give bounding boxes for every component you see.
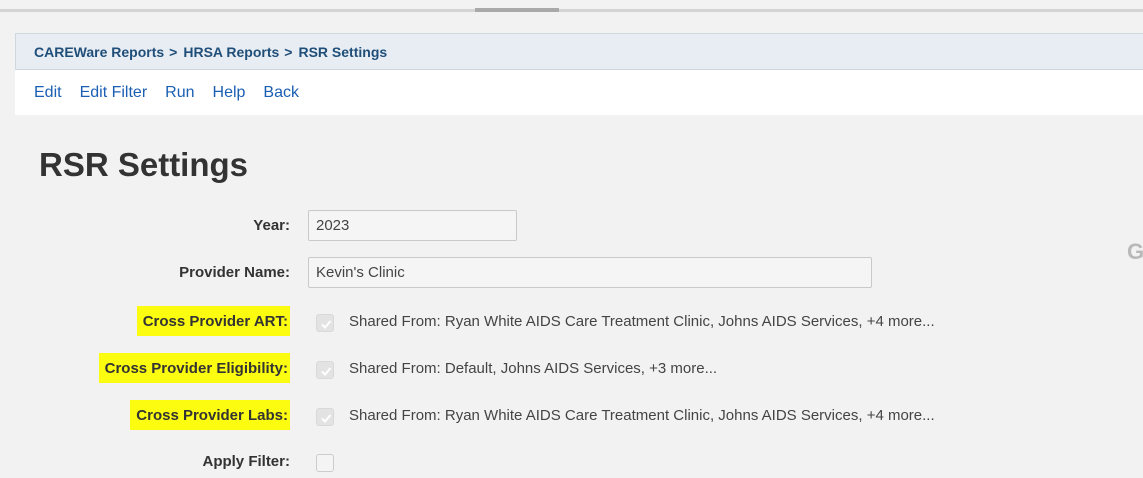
cross-provider-art-checkbox[interactable] <box>316 314 334 332</box>
breadcrumb-separator: > <box>284 43 293 60</box>
apply-filter-label: Apply Filter: <box>202 452 290 470</box>
menu-help-link[interactable]: Help <box>213 84 246 102</box>
provider-name-row: Provider Name: Kevin's Clinic <box>0 257 1143 288</box>
cross-provider-labs-checkbox[interactable] <box>316 408 334 426</box>
cross-provider-art-row: Cross Provider ART: Shared From: Ryan Wh… <box>0 306 1143 336</box>
cross-provider-labs-shared-text: Shared From: Ryan White AIDS Care Treatm… <box>349 406 935 424</box>
checkmark-icon <box>321 414 332 423</box>
action-menu-bar: Edit Edit Filter Run Help Back <box>15 70 1143 115</box>
year-label: Year: <box>253 216 290 234</box>
cross-provider-eligibility-shared-text: Shared From: Default, Johns AIDS Service… <box>349 359 718 377</box>
year-field[interactable]: 2023 <box>308 210 517 241</box>
apply-filter-row: Apply Filter: <box>0 446 1143 476</box>
year-row: Year: 2023 <box>0 210 1143 241</box>
page-title: RSR Settings <box>39 146 249 183</box>
menu-edit-filter-link[interactable]: Edit Filter <box>80 84 148 102</box>
menu-run-link[interactable]: Run <box>165 84 194 102</box>
apply-filter-checkbox[interactable] <box>316 454 334 472</box>
top-scrollbar-track <box>0 0 1143 12</box>
cross-provider-art-shared-text: Shared From: Ryan White AIDS Care Treatm… <box>349 312 935 330</box>
checkmark-icon <box>321 367 332 376</box>
cross-provider-eligibility-checkbox[interactable] <box>316 361 334 379</box>
provider-name-field[interactable]: Kevin's Clinic <box>308 257 872 288</box>
breadcrumb-separator: > <box>169 43 178 60</box>
cross-provider-eligibility-label: Cross Provider Eligibility: <box>98 353 290 383</box>
checkmark-icon <box>321 320 332 329</box>
cross-provider-labs-label: Cross Provider Labs: <box>130 400 290 430</box>
breadcrumb-rsr-settings[interactable]: RSR Settings <box>298 44 387 60</box>
cross-provider-art-label: Cross Provider ART: <box>136 306 290 336</box>
horizontal-scrollbar-thumb[interactable] <box>475 8 559 12</box>
breadcrumb-careware-reports[interactable]: CAREWare Reports <box>34 44 164 60</box>
cross-provider-labs-row: Cross Provider Labs: Shared From: Ryan W… <box>0 400 1143 430</box>
breadcrumb: CAREWare Reports > HRSA Reports > RSR Se… <box>15 33 1143 70</box>
cross-provider-eligibility-row: Cross Provider Eligibility: Shared From:… <box>0 353 1143 383</box>
menu-back-link[interactable]: Back <box>263 84 299 102</box>
provider-name-label: Provider Name: <box>179 263 290 281</box>
breadcrumb-hrsa-reports[interactable]: HRSA Reports <box>183 44 279 60</box>
menu-edit-link[interactable]: Edit <box>34 84 62 102</box>
